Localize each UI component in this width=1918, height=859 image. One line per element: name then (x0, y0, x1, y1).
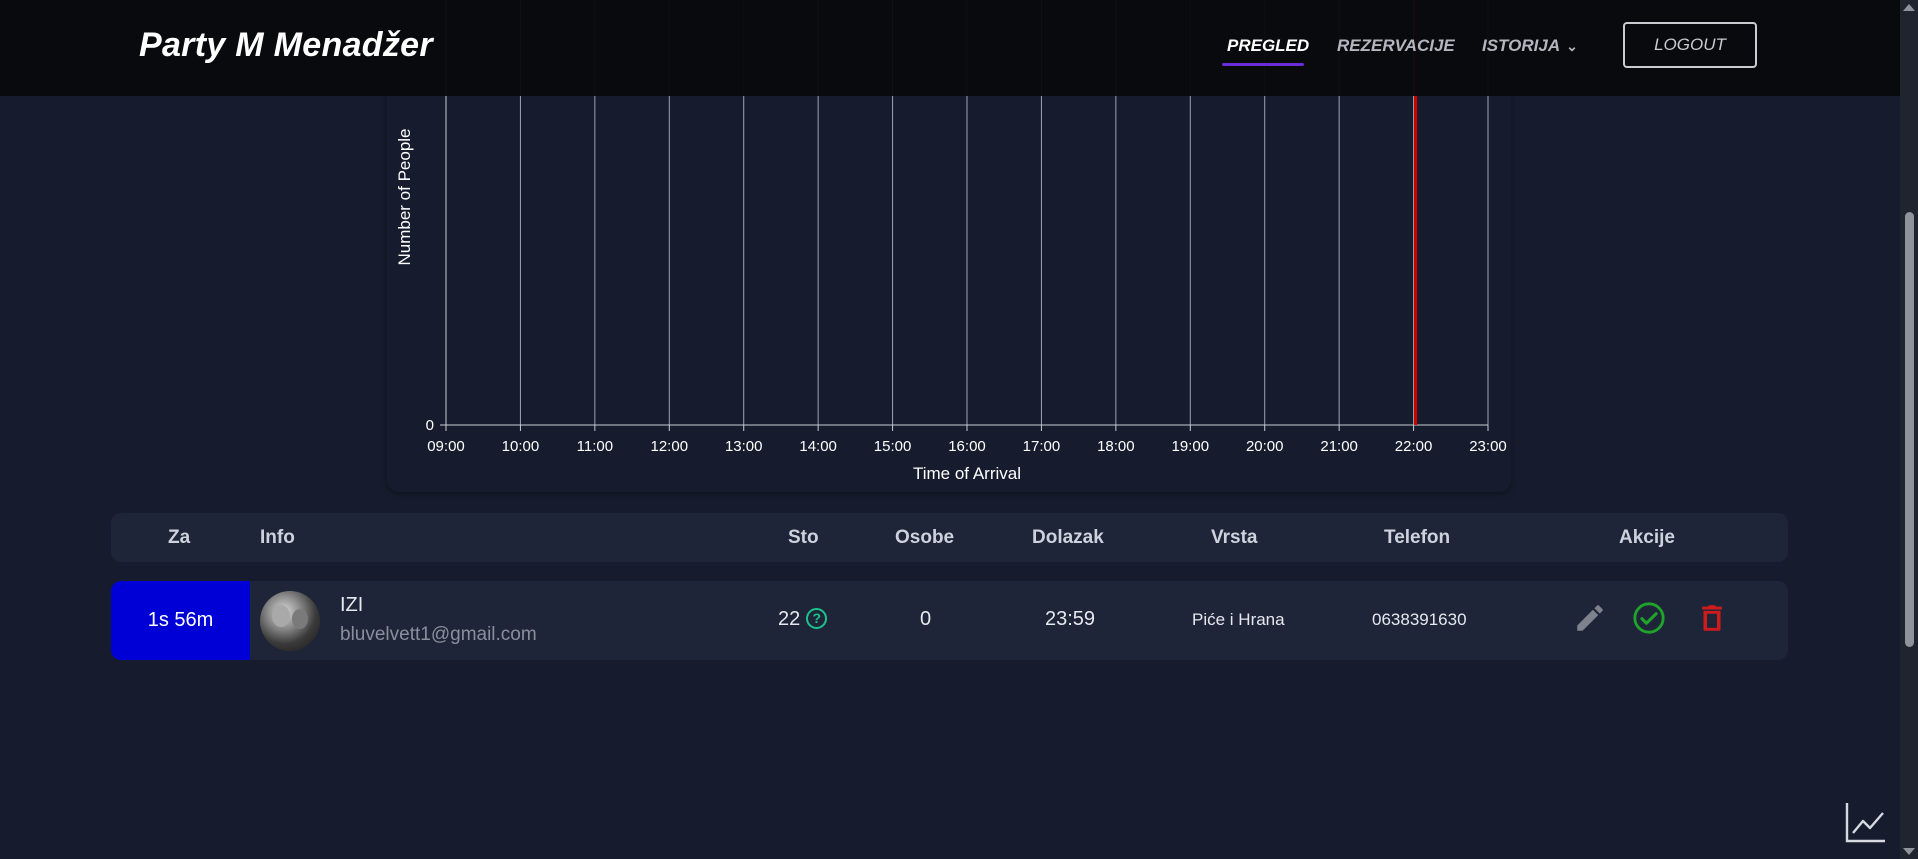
people-count: 0 (920, 608, 932, 630)
header-osobe[interactable]: Osobe (895, 527, 954, 549)
x-tick-label: 19:00 (1172, 438, 1210, 455)
y-axis-label: Number of People (395, 128, 414, 265)
pencil-icon[interactable] (1573, 601, 1607, 635)
x-tick-label: 23:00 (1469, 438, 1507, 455)
scroll-up-arrow[interactable] (1903, 4, 1915, 11)
chevron-down-icon: ⌄ (1566, 38, 1578, 54)
header-akcije: Akcije (1619, 527, 1675, 548)
y-tick-label: 0 (426, 417, 434, 434)
time-until-cell: 1s 56m (111, 581, 250, 660)
x-tick-label: 17:00 (1023, 438, 1061, 455)
x-axis-label: Time of Arrival (913, 464, 1021, 483)
table-header: Za Info Sto Osobe Dolazak Vrsta Telefon … (111, 513, 1788, 562)
table-number-cell: 22? (778, 608, 828, 631)
nav-istorija[interactable]: ISTORIJA ⌄ (1482, 36, 1578, 56)
nav-rezervacije[interactable]: REZERVACIJE (1337, 36, 1455, 56)
help-circle-icon[interactable]: ? (806, 608, 828, 629)
header-dolazak[interactable]: Dolazak (1032, 527, 1104, 549)
x-tick-label: 15:00 (874, 438, 912, 455)
scrollbar-thumb[interactable] (1905, 212, 1914, 647)
x-tick-label: 16:00 (948, 438, 986, 455)
x-tick-label: 14:00 (799, 438, 837, 455)
guest-name: IZI (340, 594, 364, 616)
header-vrsta[interactable]: Vrsta (1211, 527, 1257, 549)
nav-active-indicator (1222, 63, 1304, 66)
trash-icon[interactable] (1695, 601, 1729, 635)
check-circle-icon[interactable] (1632, 601, 1666, 635)
table-number: 22 (778, 608, 801, 630)
x-tick-label: 21:00 (1320, 438, 1358, 455)
top-navbar: Party M Menadžer PREGLED REZERVACIJE IST… (0, 0, 1900, 96)
nav-pregled[interactable]: PREGLED (1227, 36, 1309, 56)
x-tick-label: 10:00 (502, 438, 540, 455)
x-tick-label: 13:00 (725, 438, 763, 455)
table-row[interactable]: 1s 56m IZI bluvelvett1@gmail.com 22? 0 2… (111, 581, 1788, 660)
x-tick-label: 18:00 (1097, 438, 1135, 455)
reservation-type: Piće i Hrana (1192, 610, 1285, 629)
arrival-time: 23:59 (1045, 608, 1096, 630)
logout-button[interactable]: LOGOUT (1623, 22, 1757, 68)
line-chart-icon[interactable] (1844, 800, 1888, 844)
scroll-down-arrow[interactable] (1903, 848, 1915, 855)
x-tick-label: 20:00 (1246, 438, 1284, 455)
guest-email: bluvelvett1@gmail.com (340, 624, 537, 645)
x-tick-label: 22:00 (1395, 438, 1433, 455)
x-tick-label: 11:00 (577, 438, 613, 455)
nav-istorija-label: ISTORIJA (1482, 36, 1561, 55)
header-za[interactable]: Za (168, 527, 190, 549)
avatar (260, 591, 320, 651)
header-info[interactable]: Info (260, 527, 295, 549)
x-tick-label: 09:00 (427, 438, 465, 455)
phone-number: 0638391630 (1372, 610, 1467, 629)
x-tick-label: 12:00 (651, 438, 689, 455)
header-sto[interactable]: Sto (788, 527, 819, 549)
header-telefon[interactable]: Telefon (1384, 527, 1450, 549)
app-title[interactable]: Party M Menadžer (139, 26, 433, 65)
